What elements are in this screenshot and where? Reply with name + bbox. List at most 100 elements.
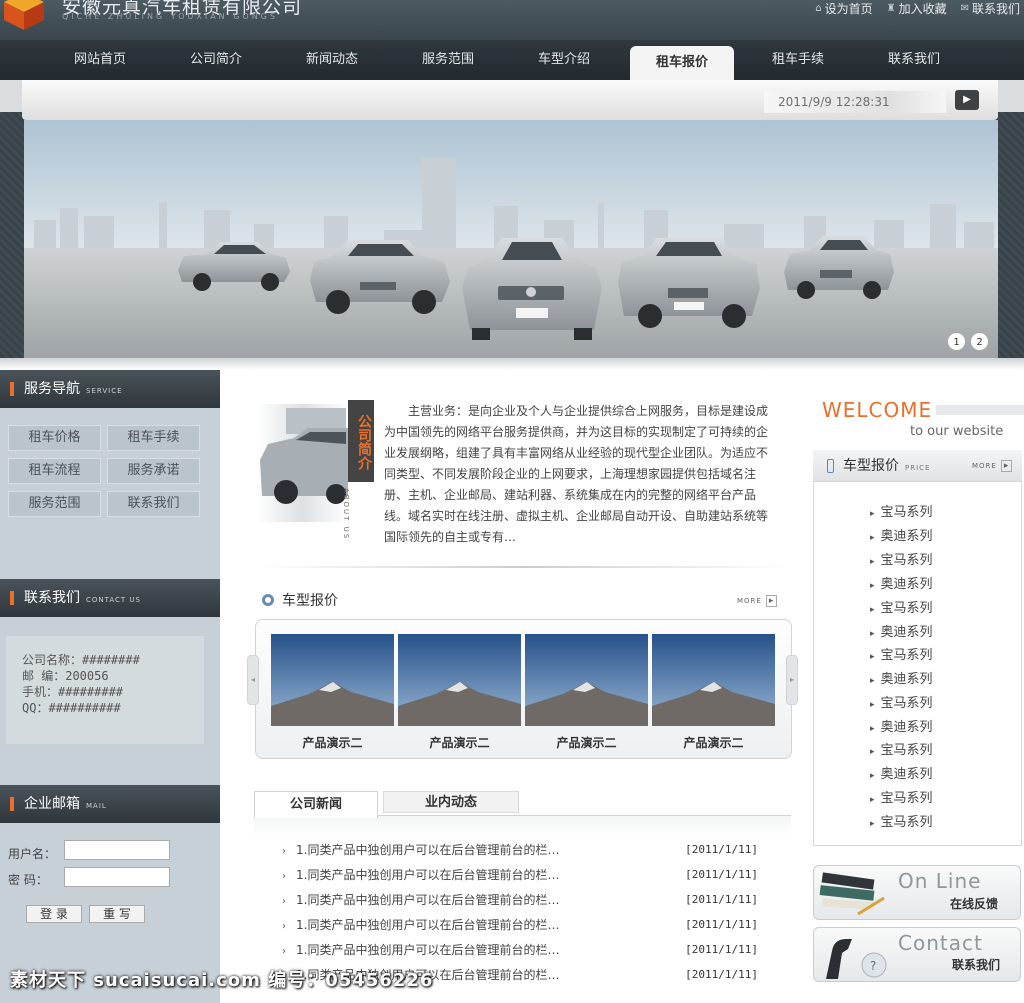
contact-icon: ✉ — [960, 3, 969, 14]
price-list-item[interactable]: 奥迪系列 — [870, 765, 933, 785]
mountain-image — [271, 634, 394, 726]
welcome-decoration — [936, 405, 1024, 415]
price-list-item[interactable]: 宝马系列 — [870, 503, 933, 523]
product-card[interactable]: 产品演示二 — [271, 634, 394, 751]
nav-item-procedures[interactable]: 租车手续 — [746, 40, 850, 80]
price-list-item[interactable]: 宝马系列 — [870, 789, 933, 809]
password-input[interactable] — [64, 867, 170, 887]
tab-company-news[interactable]: 公司新闻 — [254, 791, 378, 818]
product-card[interactable]: 产品演示二 — [652, 634, 775, 751]
carousel-prev-arrow[interactable]: ◂ — [247, 655, 259, 705]
intro-text: 主营业务：是向企业及个人与企业提供综合上网服务，目标是建设成为中国领先的网络平台… — [384, 404, 769, 544]
price-list-item[interactable]: 奥迪系列 — [870, 575, 933, 595]
rental-flow-button[interactable]: 租车流程 — [8, 458, 101, 484]
mobile-line: 手机：######### — [22, 685, 124, 699]
bookmark-icon: ♜ — [886, 3, 896, 14]
nav-item-news[interactable]: 新闻动态 — [280, 40, 384, 80]
banner-dot-1[interactable]: 1 — [947, 332, 966, 351]
banner-pagination: 1 2 — [947, 332, 989, 351]
price-list-item[interactable]: 宝马系列 — [870, 694, 933, 714]
news-list-item[interactable]: › 1.同类产品中独创用户可以在后台管理前台的栏… [2011/1/11] — [282, 915, 762, 935]
welcome-subheading: to our website — [910, 424, 1004, 439]
price-list-item[interactable]: 宝马系列 — [870, 551, 933, 571]
product-caption: 产品演示二 — [683, 736, 744, 750]
news-list-item[interactable]: › 1.同类产品中独创用户可以在后台管理前台的栏… [2011/1/11] — [282, 840, 762, 860]
products-more-link[interactable]: MORE — [737, 596, 777, 606]
watermark-text: 素材天下 sucaisucai.com 编号：05456226 — [10, 970, 434, 991]
contact-link[interactable]: ✉ 联系我们 — [961, 0, 1020, 17]
tab-industry-news[interactable]: 业内动态 — [383, 791, 519, 813]
company-name-line: 公司名称：######## — [22, 653, 140, 667]
play-button[interactable]: ▶ — [955, 90, 979, 110]
price-more-link[interactable]: MORE — [972, 461, 1012, 471]
price-list-item[interactable]: 奥迪系列 — [870, 527, 933, 547]
contact-cn-label: 联系我们 — [952, 958, 1001, 972]
price-list-item[interactable]: 宝马系列 — [870, 646, 933, 666]
contact-us-button[interactable]: 联系我们 — [107, 491, 200, 517]
price-list-item[interactable]: 宝马系列 — [870, 599, 933, 619]
section-divider — [256, 566, 792, 568]
rental-price-button[interactable]: 租车价格 — [8, 425, 101, 451]
car-lineup-image — [24, 120, 998, 358]
bullet-icon — [262, 594, 274, 606]
news-panel — [254, 815, 791, 837]
nav-item-home[interactable]: 网站首页 — [48, 40, 152, 80]
arrow-icon: › — [282, 871, 286, 882]
carousel-next-arrow[interactable]: ▸ — [786, 655, 798, 705]
datetime-display: 2011/9/9 12:28:31 — [764, 91, 946, 113]
contact-info: 公司名称：######## 邮 编：200056 手机：######### QQ… — [6, 636, 204, 744]
service-scope-button[interactable]: 服务范围 — [8, 491, 101, 517]
news-list-item[interactable]: › 1.同类产品中独创用户可以在后台管理前台的栏… [2011/1/11] — [282, 865, 762, 885]
rental-procedure-button[interactable]: 租车手续 — [107, 425, 200, 451]
product-card[interactable]: 产品演示二 — [525, 634, 648, 751]
product-caption: 产品演示二 — [302, 736, 363, 750]
postcode-line: 邮 编：200056 — [22, 669, 109, 683]
banner-dot-2[interactable]: 2 — [970, 332, 989, 351]
qq-line: QQ：########## — [22, 701, 121, 715]
price-list-item[interactable]: 奥迪系列 — [870, 623, 933, 643]
hero-banner — [24, 120, 998, 358]
contact-en-label: Contact — [898, 931, 983, 955]
site-subtitle: QICHE ZHULING YOUXIAN GONGS — [62, 12, 278, 21]
login-button[interactable]: 登 录 — [26, 905, 82, 923]
online-feedback-banner[interactable]: On Line 在线反馈 — [813, 865, 1021, 920]
news-list-item[interactable]: › 1.同类产品中独创用户可以在后台管理前台的栏… [2011/1/11] — [282, 890, 762, 910]
set-homepage-link[interactable]: ⌂ 设为首页 — [815, 0, 872, 17]
product-caption: 产品演示二 — [556, 736, 617, 750]
username-label: 用户名： — [8, 847, 57, 861]
username-input[interactable] — [64, 840, 170, 860]
phone-icon: ? — [826, 939, 887, 979]
price-list-item[interactable]: 奥迪系列 — [870, 718, 933, 738]
main-nav: 网站首页 公司简介 新闻动态 服务范围 车型介绍 租车报价 租车手续 联系我们 — [0, 40, 1024, 80]
home-icon: ⌂ — [815, 3, 822, 14]
service-promise-button[interactable]: 服务承诺 — [107, 458, 200, 484]
price-list-item[interactable]: 宝马系列 — [870, 741, 933, 761]
logo-cube-icon — [4, 0, 44, 30]
mountain-image — [398, 634, 521, 726]
price-list-item[interactable]: 宝马系列 — [870, 813, 933, 833]
nav-item-services[interactable]: 服务范围 — [396, 40, 500, 80]
price-list-item[interactable]: 奥迪系列 — [870, 670, 933, 690]
service-nav-header: 服务导航 SERVICE — [0, 370, 220, 408]
online-cn-label: 在线反馈 — [950, 897, 999, 911]
nav-item-contact[interactable]: 联系我们 — [862, 40, 966, 80]
product-card[interactable]: 产品演示二 — [398, 634, 521, 751]
add-favorite-link[interactable]: ♜ 加入收藏 — [887, 0, 947, 17]
intro-label: 公司简介 — [348, 400, 374, 482]
nav-item-pricing[interactable]: 租车报价 — [630, 46, 734, 80]
nav-item-about[interactable]: 公司简介 — [164, 40, 268, 80]
reset-button[interactable]: 重 写 — [89, 905, 145, 923]
intro-car-image — [256, 404, 348, 522]
banner-shadow — [0, 358, 1024, 370]
arrow-icon: › — [282, 921, 286, 932]
welcome-heading: WELCOME — [822, 398, 933, 422]
header-bar: 安徽元真汽车租赁有限公司 QICHE ZHULING YOUXIAN GONGS… — [0, 0, 1024, 40]
products-title: 车型报价 — [262, 590, 338, 610]
mountain-image — [652, 634, 775, 726]
arrow-icon: › — [282, 896, 286, 907]
arrow-icon: › — [282, 946, 286, 957]
news-list-item[interactable]: › 1.同类产品中独创用户可以在后台管理前台的栏… [2011/1/11] — [282, 940, 762, 960]
arrow-icon: › — [282, 846, 286, 857]
nav-item-models[interactable]: 车型介绍 — [512, 40, 616, 80]
contact-banner[interactable]: ? Contact 联系我们 — [813, 927, 1021, 982]
